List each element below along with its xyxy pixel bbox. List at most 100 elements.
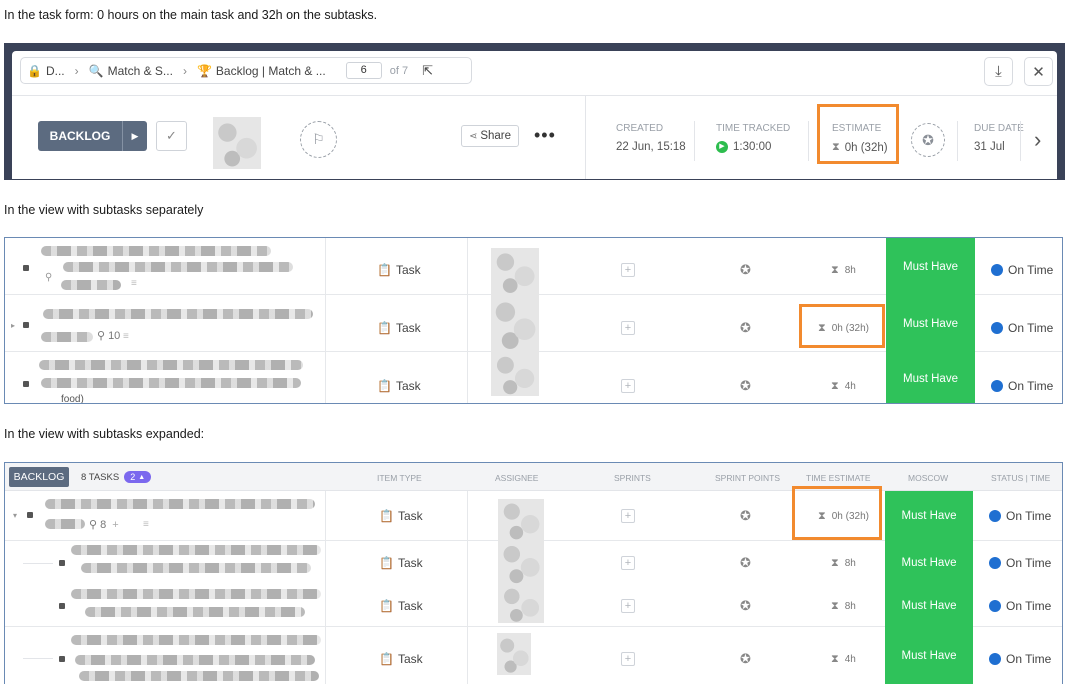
task-pager: 6 of 7 ⇱	[345, 62, 433, 79]
column-header-sprints[interactable]: SPRINTS	[614, 473, 651, 483]
status-time[interactable]: On Time	[991, 321, 1053, 335]
moscow-cell[interactable]: Must Have	[885, 585, 973, 627]
assignee-avatar[interactable]	[497, 633, 531, 675]
moscow-cell[interactable]: Must Have	[886, 295, 975, 352]
open-external-icon[interactable]: ⇱	[422, 63, 433, 79]
time-estimate[interactable]: ⧗ 8h	[831, 600, 856, 613]
assignee-avatar[interactable]	[213, 117, 261, 169]
time-estimate[interactable]: ⧗ 8h	[831, 557, 856, 570]
table-row[interactable]: 📋 Task + ✪ ⧗ 4h Must Have On Time	[5, 627, 1062, 684]
sprint-points-icon[interactable]: ✪	[740, 598, 751, 614]
play-icon[interactable]: ▶	[716, 141, 728, 153]
add-sprint-button[interactable]: +	[621, 556, 635, 570]
add-sprint-button[interactable]: +	[621, 321, 635, 335]
task-bullet	[23, 381, 29, 387]
table-row[interactable]: ▸ ⚲ 10 ≡ 📋 Task + ✪ ⧗ 0h (32h) Must Have…	[5, 295, 1062, 352]
share-icon: ⋖	[468, 130, 478, 142]
group-status-badge[interactable]: BACKLOG	[9, 467, 69, 487]
add-sprint-button[interactable]: +	[621, 509, 635, 523]
clipboard-icon: 📋	[379, 599, 394, 613]
item-type[interactable]: 📋 Task	[377, 321, 421, 335]
highlight-box	[799, 304, 885, 348]
subtask-count[interactable]: ⚲ 8 +	[89, 518, 119, 532]
status-time[interactable]: On Time	[989, 556, 1051, 570]
due-date-value[interactable]: 31 Jul	[974, 141, 1005, 153]
priority-button[interactable]: ⚐	[300, 121, 337, 158]
more-options-button[interactable]: •••	[534, 125, 556, 145]
moscow-cell[interactable]: Must Have	[885, 491, 973, 541]
sprint-points-icon[interactable]: ✪	[740, 320, 751, 336]
time-estimate[interactable]: ⧗ 4h	[831, 380, 856, 393]
add-sprint-button[interactable]: +	[621, 379, 635, 393]
time-tracked-value[interactable]: ▶ 1:30:00	[716, 141, 771, 153]
assignee-avatar[interactable]	[498, 499, 544, 541]
item-type[interactable]: 📋 Task	[377, 379, 421, 393]
subtask-toggle-badge[interactable]: 2 ▲	[124, 471, 152, 483]
item-type[interactable]: 📋 Task	[379, 652, 423, 666]
column-header-status-time[interactable]: STATUS | TIME	[991, 473, 1050, 483]
column-header-assignee[interactable]: ASSIGNEE	[495, 473, 538, 483]
clipboard-icon: 📋	[379, 556, 394, 570]
subtask-count[interactable]: ⚲ 10	[97, 329, 120, 343]
item-type-label: Task	[397, 556, 423, 570]
status-next-button[interactable]: ▶	[122, 121, 147, 151]
breadcrumb-item-space[interactable]: 🔒 D...	[21, 64, 71, 78]
column-header-sprint-points[interactable]: SPRINT POINTS	[715, 473, 780, 483]
moscow-cell[interactable]: Must Have	[886, 352, 975, 403]
chevron-right-icon[interactable]: ›	[1034, 127, 1041, 153]
moscow-cell[interactable]: Must Have	[885, 541, 973, 585]
share-button[interactable]: ⋖ Share	[461, 125, 519, 147]
column-header-moscow[interactable]: MOSCOW	[908, 473, 948, 483]
status-time[interactable]: On Time	[991, 263, 1053, 277]
item-type[interactable]: 📋 Task	[379, 599, 423, 613]
add-subtask-icon[interactable]: +	[112, 519, 118, 531]
column-header-time-estimate[interactable]: TIME ESTIMATE	[806, 473, 871, 483]
moscow-cell[interactable]: Must Have	[886, 238, 975, 295]
moscow-cell[interactable]: Must Have	[885, 627, 973, 684]
collapse-caret-icon[interactable]: ▾	[13, 511, 17, 520]
status-time[interactable]: On Time	[989, 509, 1051, 523]
assignee-avatar[interactable]	[498, 585, 544, 623]
sprint-points-icon[interactable]: ✪	[740, 508, 751, 524]
table-row[interactable]: ▾ ⚲ 8 + ≡ 📋 Task + ✪ ⧗ 0h (32h) Must Hav…	[5, 491, 1062, 541]
assignee-avatar[interactable]	[491, 352, 539, 396]
table-row[interactable]: food) 📋 Task + ✪ ⧗ 4h Must Have On Time	[5, 352, 1062, 403]
table-row[interactable]: 📋 Task + ✪ ⧗ 8h Must Have On Time	[5, 541, 1062, 585]
subtask-icon: ⚲	[89, 519, 98, 531]
sprint-points-icon[interactable]: ✪	[740, 555, 751, 571]
assignee-avatar[interactable]	[498, 541, 544, 585]
sprint-points-icon[interactable]: ✪	[740, 651, 751, 667]
item-type[interactable]: 📋 Task	[379, 556, 423, 570]
breadcrumb-item-list[interactable]: 🏆 Backlog | Match & ...	[191, 64, 332, 78]
assignee-avatar[interactable]	[491, 295, 539, 352]
column-header-item-type[interactable]: ITEM TYPE	[377, 473, 422, 483]
blurred-task-name	[71, 589, 321, 599]
time-estimate[interactable]: ⧗ 4h	[831, 653, 856, 666]
close-button[interactable]: ✕	[1024, 57, 1053, 86]
status-button[interactable]: BACKLOG	[38, 121, 122, 151]
status-time[interactable]: On Time	[989, 652, 1051, 666]
add-sprint-button[interactable]: +	[621, 652, 635, 666]
time-estimate[interactable]: ⧗ 8h	[831, 264, 856, 277]
minimize-button[interactable]: ⤓	[984, 57, 1013, 86]
check-icon: ✓	[166, 128, 177, 143]
add-sprint-button[interactable]: +	[621, 599, 635, 613]
item-type[interactable]: 📋 Task	[379, 509, 423, 523]
task-bullet	[59, 656, 65, 662]
breadcrumb-item-folder[interactable]: 🔍 Match & S...	[83, 64, 179, 78]
expand-caret-icon[interactable]: ▸	[11, 321, 15, 330]
pager-current-input[interactable]: 6	[345, 62, 382, 79]
complete-button[interactable]: ✓	[156, 121, 187, 151]
sprint-points-icon[interactable]: ✪	[740, 262, 751, 278]
assignee-avatar[interactable]	[491, 248, 539, 295]
sprint-points-button[interactable]: ✪	[911, 123, 945, 157]
highlight-box	[792, 486, 882, 540]
status-time[interactable]: On Time	[989, 599, 1051, 613]
table-row[interactable]: ⚲ ≡ 📋 Task + ✪ ⧗ 8h Must Have On Time	[5, 238, 1062, 295]
breadcrumb-label: D...	[45, 63, 65, 78]
table-row[interactable]: 📋 Task + ✪ ⧗ 8h Must Have On Time	[5, 585, 1062, 627]
add-sprint-button[interactable]: +	[621, 263, 635, 277]
status-time[interactable]: On Time	[991, 379, 1053, 393]
item-type[interactable]: 📋 Task	[377, 263, 421, 277]
sprint-points-icon[interactable]: ✪	[740, 378, 751, 394]
